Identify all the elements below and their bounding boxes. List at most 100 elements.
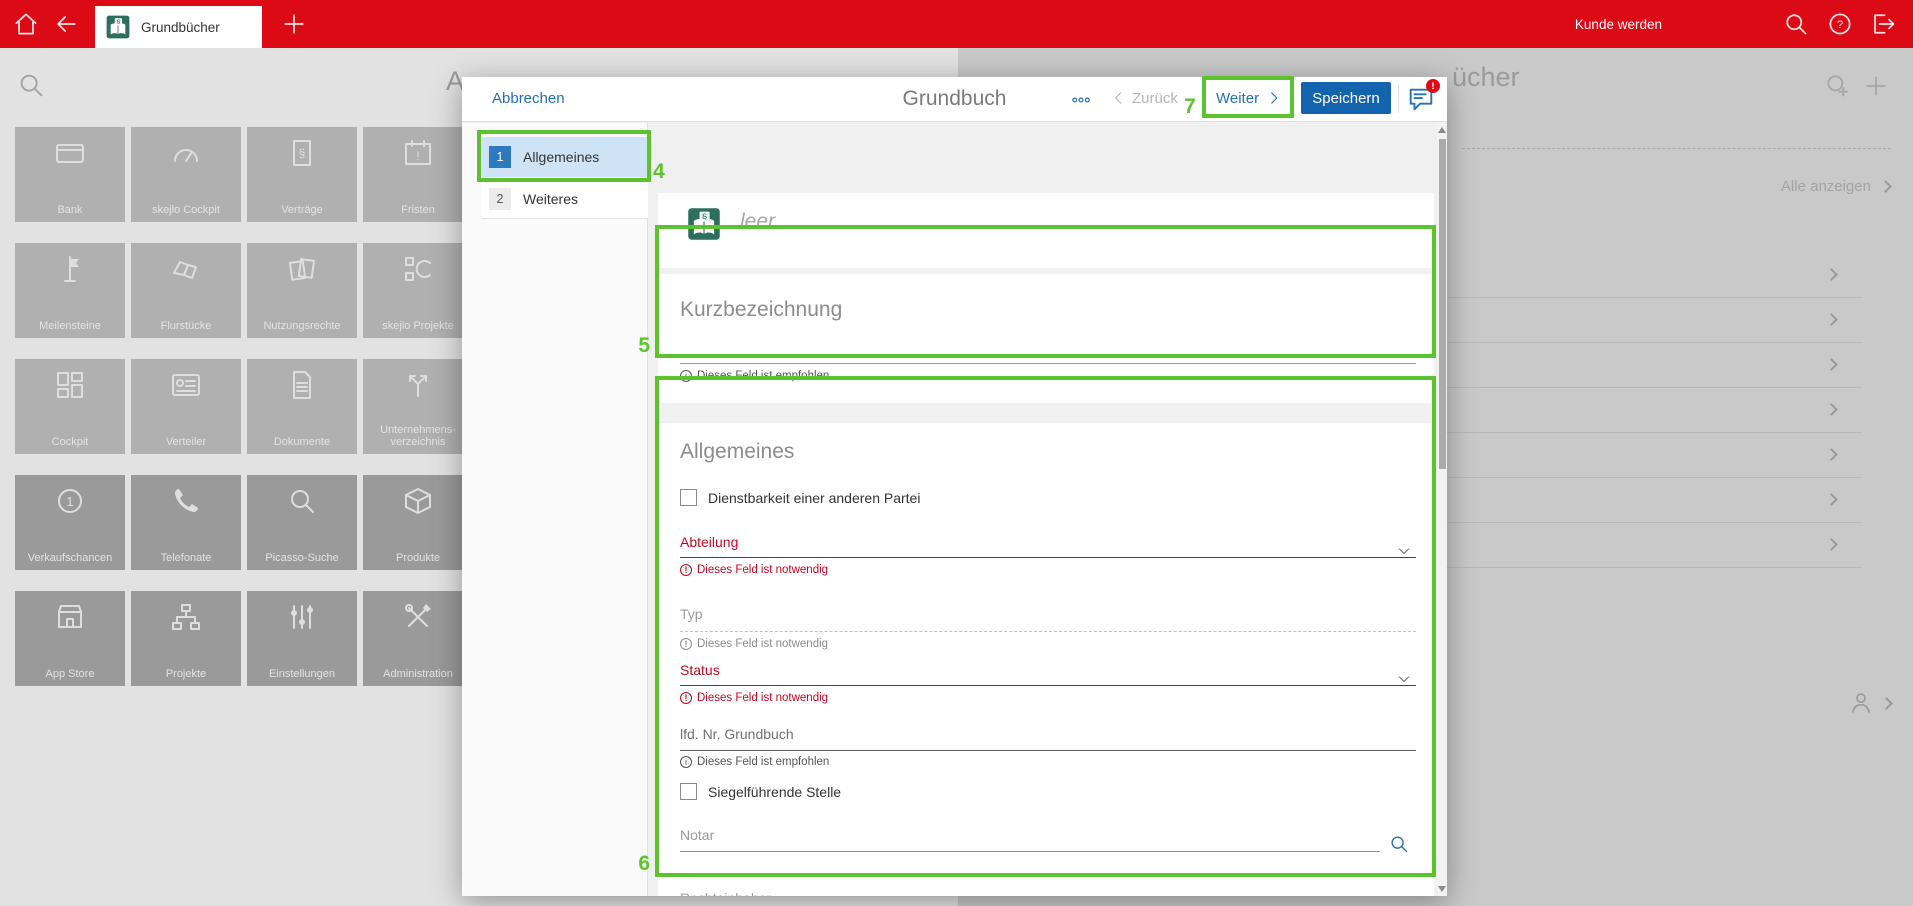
info-icon — [680, 370, 692, 382]
kurzbezeichnung-underline[interactable] — [680, 363, 1416, 364]
app-tile[interactable]: Picasso-Suche — [247, 475, 357, 570]
notar-underline — [680, 851, 1380, 852]
sliders-icon — [286, 601, 318, 633]
app-tile[interactable]: Dokumente — [247, 359, 357, 454]
dienstbarkeit-checkbox[interactable] — [680, 489, 697, 506]
add-relation-icon[interactable] — [1824, 72, 1852, 100]
section-title: Allgemeines — [680, 440, 794, 464]
grundbuch-dialog: Abbrechen Grundbuch Zurück Weiter Speich… — [462, 77, 1447, 896]
kurzbezeichnung-field[interactable]: Kurzbezeichnung — [680, 298, 842, 322]
app-tile[interactable]: skejlo Cockpit — [131, 127, 241, 222]
app-tile-label: Meilensteine — [15, 320, 125, 333]
search-icon[interactable] — [1782, 10, 1810, 38]
app-tile[interactable]: 1 Verkaufschancen — [15, 475, 125, 570]
alle-anzeigen-link[interactable]: Alle anzeigen — [1781, 178, 1890, 195]
app-tile[interactable]: Cockpit — [15, 359, 125, 454]
typ-field[interactable]: Typ — [680, 606, 703, 622]
tab-label: Grundbücher — [141, 20, 220, 35]
step-label: Weiteres — [523, 191, 578, 207]
record-placeholder: leer — [740, 210, 775, 234]
app-tile-label: Picasso-Suche — [247, 552, 357, 565]
list-panel-heading: ücher — [1452, 62, 1520, 93]
parcel-icon — [170, 253, 202, 285]
back-icon[interactable] — [52, 10, 80, 38]
app-tile-label: Nutzungsrechte — [247, 320, 357, 333]
app-tile-label: Verkaufschancen — [15, 552, 125, 565]
app-tile-label: Administration — [363, 668, 473, 681]
record-header-card: § leer — [658, 193, 1434, 268]
status-field[interactable]: Status — [680, 662, 720, 678]
kunde-werden-link[interactable]: Kunde werden — [1575, 0, 1662, 48]
nav-step-weiteres[interactable]: 2 Weiteres — [482, 179, 648, 219]
app-tile[interactable]: Unternehmens-verzeichnis — [363, 359, 473, 454]
cancel-button[interactable]: Abbrechen — [492, 90, 565, 107]
skejlo-projects-icon — [402, 253, 434, 285]
add-record-plus-icon[interactable] — [1862, 72, 1890, 100]
apps-search-icon[interactable] — [16, 70, 46, 100]
app-tile[interactable]: App Store — [15, 591, 125, 686]
app-tile-label: Projekte — [131, 668, 241, 681]
back-step-button[interactable]: Zurück — [1110, 89, 1178, 107]
rechteinhaber-field[interactable]: Rechteinhaber — [680, 890, 771, 896]
company-directory-icon — [402, 369, 434, 401]
tab-grundbuecher[interactable]: § Grundbücher — [95, 6, 262, 48]
new-tab-plus-icon[interactable] — [280, 10, 308, 38]
help-icon[interactable]: ? — [1826, 10, 1854, 38]
app-tile[interactable]: skejlo Projekte — [363, 243, 473, 338]
list-footer-actions[interactable] — [1848, 690, 1891, 716]
save-button[interactable]: Speichern — [1301, 82, 1391, 114]
app-tile-label: Cockpit — [15, 436, 125, 449]
list-dashed-separator — [1462, 148, 1891, 149]
svg-text:1: 1 — [66, 494, 73, 509]
abteilung-field[interactable]: Abteilung — [680, 534, 738, 550]
app-tile[interactable]: Bank — [15, 127, 125, 222]
svg-text:§: § — [299, 146, 306, 160]
app-tile-label: Fristen — [363, 204, 473, 217]
app-tile[interactable]: Flurstücke — [131, 243, 241, 338]
app-tile[interactable]: !Fristen — [363, 127, 473, 222]
next-step-button[interactable]: Weiter — [1216, 89, 1283, 107]
scroll-up-icon[interactable] — [1438, 127, 1446, 133]
chevron-right-icon — [1825, 448, 1838, 461]
app-tile[interactable]: Telefonate — [131, 475, 241, 570]
app-tile-label: Flurstücke — [131, 320, 241, 333]
required-icon — [680, 638, 692, 650]
org-chart-icon — [170, 601, 202, 633]
app-tile[interactable]: §Verträge — [247, 127, 357, 222]
required-icon — [680, 564, 692, 576]
dialog-title: Grundbuch — [462, 87, 1447, 111]
scrollbar[interactable] — [1437, 123, 1447, 896]
recommended-hint: Dieses Feld ist empfohlen — [680, 370, 829, 382]
abteilung-underline — [680, 557, 1416, 558]
sales-opportunity-icon: 1 — [54, 485, 86, 517]
logout-icon[interactable] — [1868, 10, 1896, 38]
siegel-checkbox[interactable] — [680, 783, 697, 800]
app-tile[interactable]: Meilensteine — [15, 243, 125, 338]
more-options-icon[interactable] — [1066, 90, 1096, 110]
home-icon[interactable] — [12, 10, 40, 38]
app-tile[interactable]: Nutzungsrechte — [247, 243, 357, 338]
contract-icon: § — [286, 137, 318, 169]
app-tile[interactable]: Produkte — [363, 475, 473, 570]
dialog-header: Abbrechen Grundbuch Zurück Weiter Speich… — [462, 77, 1447, 122]
nav-step-allgemeines[interactable]: 1 Allgemeines — [482, 137, 648, 177]
search-icon — [286, 485, 318, 517]
notar-field[interactable]: Notar — [680, 827, 714, 843]
bank-card-icon — [54, 137, 86, 169]
app-tile[interactable]: Einstellungen — [247, 591, 357, 686]
app-store-icon — [54, 601, 86, 633]
back-step-label: Zurück — [1132, 90, 1178, 107]
grundbuch-book-icon: § — [686, 206, 722, 242]
header-divider — [1398, 85, 1399, 113]
notar-lookup-icon[interactable] — [1388, 833, 1410, 855]
app-tile[interactable]: Projekte — [131, 591, 241, 686]
app-tile[interactable]: Administration — [363, 591, 473, 686]
scroll-down-icon[interactable] — [1438, 886, 1446, 892]
lfd-nr-field[interactable]: lfd. Nr. Grundbuch — [680, 726, 794, 742]
chevron-right-icon — [1825, 403, 1838, 416]
app-tile[interactable]: Verteiler — [131, 359, 241, 454]
milestone-icon — [54, 253, 86, 285]
gauge-icon — [170, 137, 202, 169]
chevron-right-icon — [1879, 180, 1892, 193]
scrollbar-thumb[interactable] — [1439, 139, 1446, 469]
